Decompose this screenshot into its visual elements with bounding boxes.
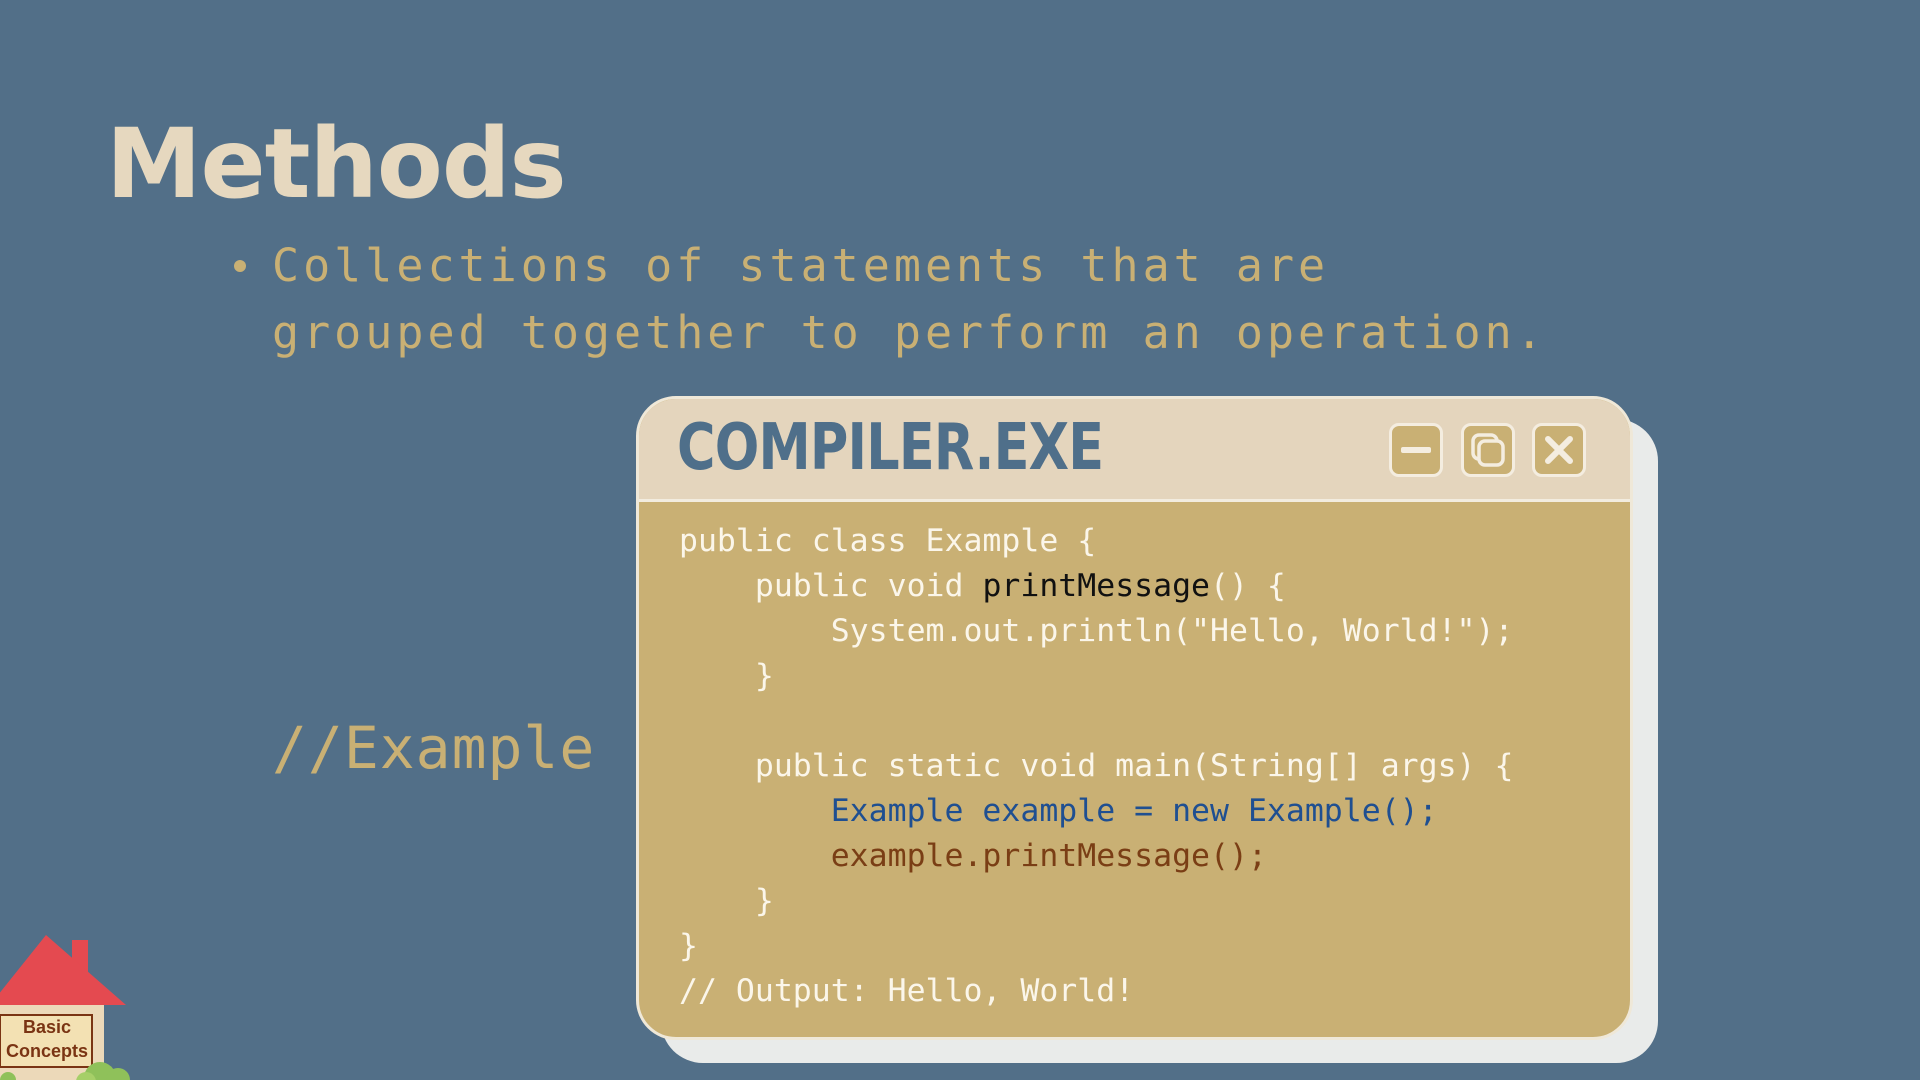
method-name: printMessage <box>982 568 1211 604</box>
example-label: //Example <box>272 714 596 782</box>
code-block: public class Example { public void print… <box>679 519 1513 1014</box>
code-line: public class Example { <box>679 523 1097 559</box>
compiler-window: COMPILER.EXE public class Example { publ… <box>636 396 1633 1040</box>
bullet-item: Collections of statements that are group… <box>230 232 1570 366</box>
code-line: } <box>679 658 774 694</box>
restore-icon <box>1471 433 1505 467</box>
code-line: public static void main(String[] args) { <box>679 748 1514 784</box>
slide-title: Methods <box>106 108 567 220</box>
code-line: } <box>679 928 698 964</box>
minimize-icon <box>1401 447 1431 453</box>
basic-concepts-label: Basic Concepts <box>5 1017 88 1061</box>
bullet-list: Collections of statements that are group… <box>230 232 1570 366</box>
code-line: public void printMessage() { <box>679 568 1286 604</box>
code-line: } <box>679 883 774 919</box>
close-button[interactable] <box>1532 423 1586 477</box>
window-titlebar[interactable]: COMPILER.EXE <box>639 399 1630 502</box>
code-line: example.printMessage(); <box>679 838 1267 874</box>
minimize-button[interactable] <box>1389 423 1443 477</box>
close-icon <box>1545 436 1573 464</box>
window-title: COMPILER.EXE <box>677 411 1104 485</box>
code-comment: // Output: Hello, World! <box>679 973 1135 1009</box>
code-line: System.out.println("Hello, World!"); <box>679 613 1514 649</box>
code-line: Example example = new Example(); <box>679 793 1438 829</box>
maximize-button[interactable] <box>1461 423 1515 477</box>
